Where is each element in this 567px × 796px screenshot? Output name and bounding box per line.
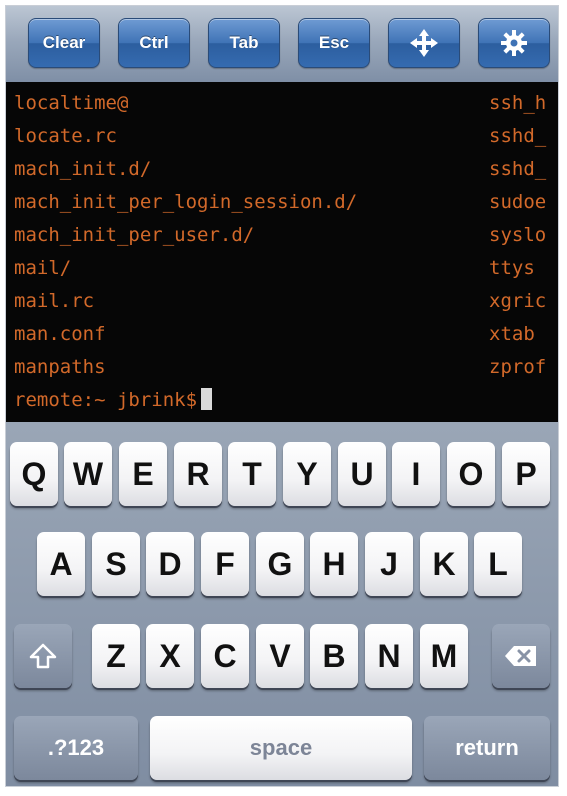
key-a[interactable]: A	[37, 532, 85, 596]
key-p[interactable]: P	[502, 442, 550, 506]
numbers-key[interactable]: .?123	[14, 716, 138, 780]
key-n[interactable]: N	[365, 624, 413, 688]
key-e[interactable]: E	[119, 442, 167, 506]
key-r[interactable]: R	[174, 442, 222, 506]
iphone-screen: Clear Ctrl Tab Esc localtime@ locate.rc …	[6, 6, 558, 786]
terminal-line-right: syslo	[489, 224, 547, 246]
key-d[interactable]: D	[146, 532, 194, 596]
key-f[interactable]: F	[201, 532, 249, 596]
key-o[interactable]: O	[447, 442, 495, 506]
backspace-key[interactable]	[492, 624, 550, 688]
move-arrows-icon	[410, 29, 438, 57]
terminal-line-right: sudoe	[489, 191, 547, 213]
tab-button-label: Tab	[229, 33, 259, 52]
terminal-toolbar: Clear Ctrl Tab Esc	[6, 6, 558, 83]
key-j[interactable]: J	[365, 532, 413, 596]
gear-icon	[501, 30, 527, 56]
key-x[interactable]: X	[146, 624, 194, 688]
terminal-line: mach_init_per_user.d/	[14, 224, 255, 246]
key-u[interactable]: U	[338, 442, 386, 506]
backspace-icon	[505, 646, 536, 666]
terminal-line: man.conf	[14, 323, 106, 345]
key-y[interactable]: Y	[283, 442, 331, 506]
shift-arrow-icon	[29, 643, 57, 669]
space-key[interactable]: space	[150, 716, 412, 780]
ctrl-button-label: Ctrl	[139, 33, 169, 52]
esc-button-label: Esc	[318, 33, 350, 52]
esc-button[interactable]: Esc	[298, 18, 370, 68]
terminal-line-right: xtab	[489, 323, 535, 345]
terminal-line: mail.rc	[14, 290, 95, 312]
terminal-output[interactable]: localtime@ locate.rc mach_init.d/ mach_i…	[6, 82, 558, 422]
terminal-line: locate.rc	[14, 125, 117, 147]
terminal-line: mail/	[14, 257, 72, 279]
key-m[interactable]: M	[420, 624, 468, 688]
key-l[interactable]: L	[474, 532, 522, 596]
clear-button-label: Clear	[42, 33, 86, 52]
terminal-line: mach_init.d/	[14, 158, 152, 180]
tab-button[interactable]: Tab	[208, 18, 280, 68]
onscreen-keyboard: Q W E R T Y U I O P A S D F G H J K L Z …	[6, 422, 558, 786]
key-i[interactable]: I	[392, 442, 440, 506]
terminal-line-right: ttys	[489, 257, 535, 279]
terminal-line: mach_init_per_login_session.d/	[14, 191, 358, 213]
key-c[interactable]: C	[201, 624, 249, 688]
key-h[interactable]: H	[310, 532, 358, 596]
key-q[interactable]: Q	[10, 442, 58, 506]
clear-button[interactable]: Clear	[28, 18, 100, 68]
key-t[interactable]: T	[228, 442, 276, 506]
settings-button[interactable]	[478, 18, 550, 68]
terminal-prompt: remote:~ jbrink$	[14, 389, 198, 411]
key-z[interactable]: Z	[92, 624, 140, 688]
key-s[interactable]: S	[92, 532, 140, 596]
terminal-cursor	[201, 388, 213, 410]
terminal-line-right: zprof	[489, 356, 547, 378]
return-key[interactable]: return	[424, 716, 550, 780]
terminal-line-right: xgric	[489, 290, 547, 312]
shift-key[interactable]	[14, 624, 72, 688]
terminal-line-right: sshd_	[489, 125, 547, 147]
key-b[interactable]: B	[310, 624, 358, 688]
key-g[interactable]: G	[256, 532, 304, 596]
terminal-line: localtime@	[14, 92, 129, 114]
move-arrows-button[interactable]	[388, 18, 460, 68]
key-k[interactable]: K	[420, 532, 468, 596]
ctrl-button[interactable]: Ctrl	[118, 18, 190, 68]
terminal-line-right: ssh_h	[489, 92, 547, 114]
terminal-line: manpaths	[14, 356, 106, 378]
key-w[interactable]: W	[64, 442, 112, 506]
key-v[interactable]: V	[256, 624, 304, 688]
terminal-line-right: sshd_	[489, 158, 547, 180]
terminal-prompt-line: remote:~ jbrink$	[14, 385, 213, 415]
